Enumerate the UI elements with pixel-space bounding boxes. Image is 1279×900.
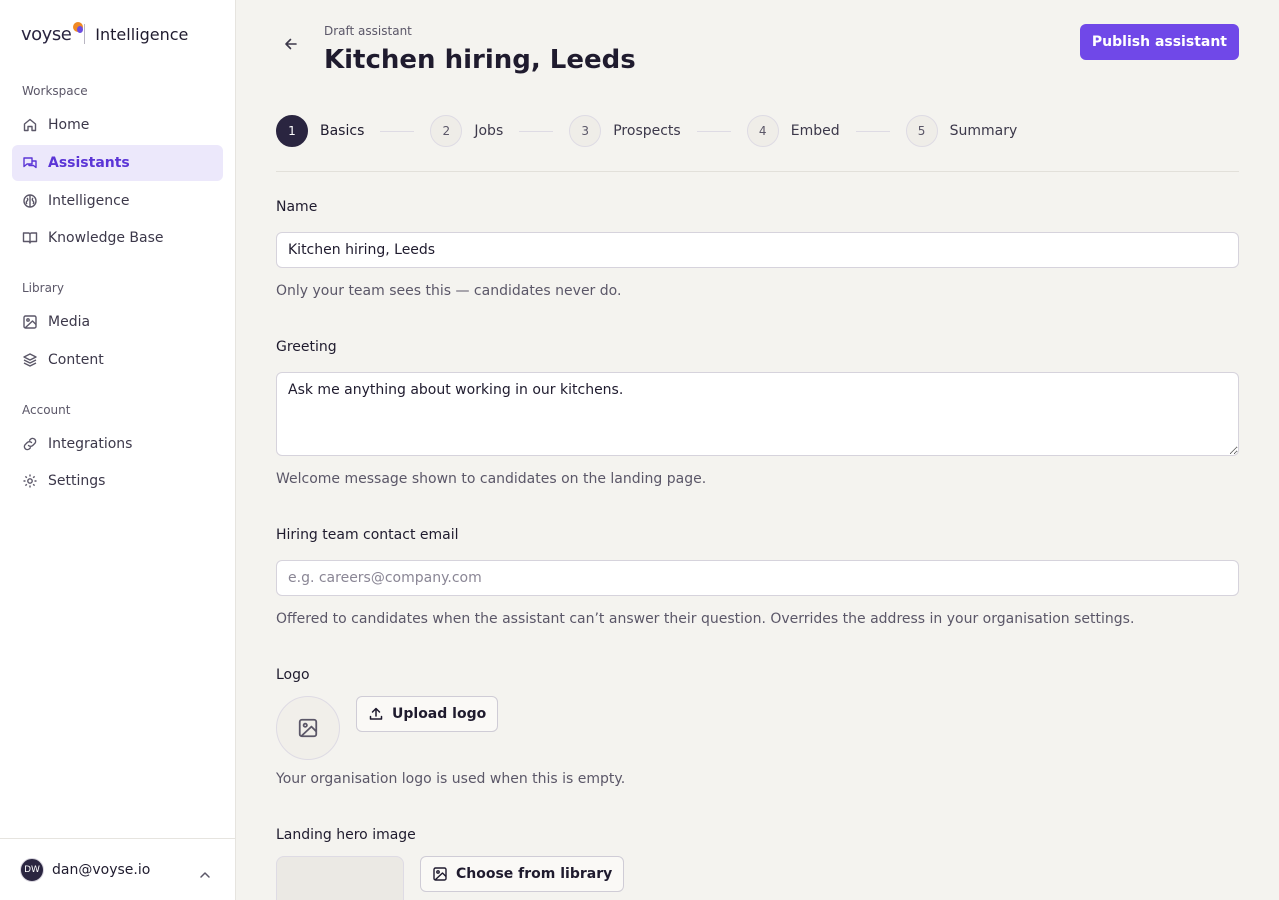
sidebar-item-label: Media <box>48 314 91 330</box>
brand-logo: voyse <box>21 23 72 45</box>
greeting-help: Welcome message shown to candidates on t… <box>276 471 707 487</box>
sidebar-item-label: Integrations <box>48 436 133 452</box>
sidebar-item-label: Knowledge Base <box>48 230 164 246</box>
brand[interactable]: voyse Intelligence <box>21 20 188 48</box>
sidebar-item-intelligence[interactable]: Intelligence <box>12 183 223 219</box>
section-label-library: Library <box>22 281 64 295</box>
brain-icon <box>22 193 38 209</box>
sidebar-item-content[interactable]: Content <box>12 342 223 378</box>
name-help: Only your team sees this — candidates ne… <box>276 283 622 299</box>
choose-from-library-button[interactable]: Choose from library <box>420 856 625 892</box>
home-icon <box>22 117 38 133</box>
step-number: 4 <box>746 115 779 147</box>
link-icon <box>22 436 38 452</box>
main-content: Draft assistant Kitchen hiring, Leeds Pu… <box>236 0 1279 900</box>
step-label: Prospects <box>613 123 681 139</box>
sidebar-item-settings[interactable]: Settings <box>12 463 223 499</box>
sidebar-item-label: Assistants <box>48 155 130 171</box>
step-connector <box>380 130 415 132</box>
upload-logo-button[interactable]: Upload logo <box>356 696 499 732</box>
avatar: DW <box>20 857 44 882</box>
logo-preview <box>276 696 340 760</box>
image-icon <box>22 314 38 330</box>
step-connector <box>696 130 731 132</box>
step-label: Jobs <box>474 123 504 139</box>
name-label: Name <box>276 199 318 215</box>
step-jobs[interactable]: 2 Jobs <box>430 115 503 147</box>
step-connector <box>855 130 890 132</box>
name-field[interactable] <box>276 232 1239 268</box>
page-title: Kitchen hiring, Leeds <box>324 45 636 75</box>
publish-assistant-button[interactable]: Publish assistant <box>1079 24 1239 60</box>
layers-icon <box>22 352 38 368</box>
hero-image-preview <box>276 856 404 900</box>
step-prospects[interactable]: 3 Prospects <box>569 115 681 147</box>
sidebar-item-label: Content <box>48 352 104 368</box>
contact-email-help: Offered to candidates when the assistant… <box>276 611 1135 627</box>
sidebar-item-assistants[interactable]: Assistants <box>12 145 223 181</box>
step-number: 1 <box>276 115 308 147</box>
sidebar-item-home[interactable]: Home <box>12 107 223 143</box>
logo-label: Logo <box>276 667 310 683</box>
user-email: dan@voyse.io <box>52 861 151 878</box>
gear-icon <box>22 473 38 489</box>
step-label: Embed <box>790 123 840 139</box>
step-basics[interactable]: 1 Basics <box>276 115 364 147</box>
choose-from-library-label: Choose from library <box>456 866 613 882</box>
image-icon <box>433 867 447 881</box>
sidebar-item-media[interactable]: Media <box>12 304 223 340</box>
section-label-workspace: Workspace <box>22 84 88 98</box>
sidebar-item-label: Intelligence <box>48 193 130 209</box>
step-summary[interactable]: 5 Summary <box>905 115 1018 147</box>
sidebar-item-label: Settings <box>48 473 106 489</box>
upload-icon <box>369 707 383 720</box>
step-number: 5 <box>905 115 938 147</box>
step-number: 3 <box>569 115 602 147</box>
greeting-field[interactable]: Ask me anything about working in our kit… <box>276 372 1239 456</box>
greeting-label: Greeting <box>276 339 337 355</box>
brand-product-name: Intelligence <box>95 24 189 44</box>
contact-email-field[interactable] <box>276 560 1239 596</box>
step-embed[interactable]: 4 Embed <box>746 115 840 147</box>
chat-icon <box>22 155 38 171</box>
image-placeholder-icon <box>298 718 318 738</box>
step-label: Basics <box>320 123 365 139</box>
step-label: Summary <box>949 123 1018 139</box>
sidebar-item-knowledge-base[interactable]: Knowledge Base <box>12 220 223 256</box>
sidebar-item-label: Home <box>48 117 90 133</box>
header-divider <box>276 171 1239 172</box>
section-label-account: Account <box>22 403 71 417</box>
back-button[interactable] <box>280 33 302 55</box>
logo-help: Your organisation logo is used when this… <box>276 771 626 787</box>
upload-logo-label: Upload logo <box>392 706 487 722</box>
sidebar-item-integrations[interactable]: Integrations <box>12 426 223 462</box>
step-connector <box>519 130 554 132</box>
stepper: 1 Basics 2 Jobs 3 Prospects 4 Embed 5 Su… <box>276 115 1017 147</box>
hero-label: Landing hero image <box>276 827 416 843</box>
contact-email-label: Hiring team contact email <box>276 527 459 543</box>
user-menu[interactable]: DW dan@voyse.io <box>0 838 235 900</box>
page-eyebrow: Draft assistant <box>324 24 412 38</box>
arrow-left-icon <box>285 38 297 50</box>
brand-separator <box>84 24 86 44</box>
chevron-up-icon[interactable] <box>199 865 211 884</box>
book-icon <box>22 230 38 246</box>
step-number: 2 <box>430 115 463 147</box>
brand-logo-mark-inner <box>77 26 83 33</box>
sidebar: voyse Intelligence Workspace Home Assist… <box>0 0 236 900</box>
